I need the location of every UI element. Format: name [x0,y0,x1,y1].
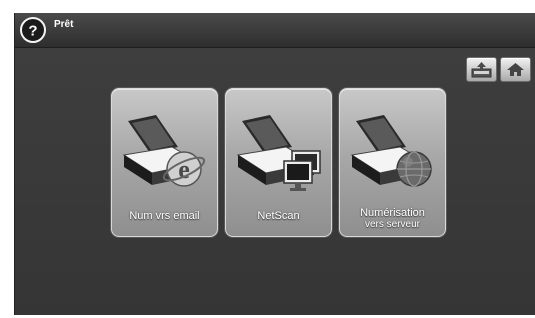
svg-text:?: ? [28,23,37,40]
status-bar: ? Prêt [15,13,535,48]
status-text: Prêt [54,19,74,30]
scan-to-server-tile[interactable]: Numérisation vers serveur [339,88,446,237]
job-status-button[interactable] [466,57,497,82]
scanner-server-icon [350,115,432,187]
home-button[interactable] [500,57,531,82]
netscan-label: NetScan [257,210,300,222]
scan-to-email-label: Num vrs email [129,210,200,222]
scanner-pc-icon [236,115,321,191]
question-mark-icon: ? [20,17,46,43]
help-button[interactable]: ? [20,17,46,43]
device-screen: ? Prêt e Num vrs email NetScan Numérisat… [14,13,535,315]
scan-to-server-label-line2: vers serveur [364,219,420,230]
scan-to-email-tile[interactable]: e Num vrs email [111,88,218,237]
tray-upload-icon [471,62,492,78]
scanner-email-icon: e [122,115,206,187]
home-icon [507,63,524,76]
netscan-tile[interactable]: NetScan [225,88,332,237]
scan-to-server-label: Numérisation [360,207,425,219]
